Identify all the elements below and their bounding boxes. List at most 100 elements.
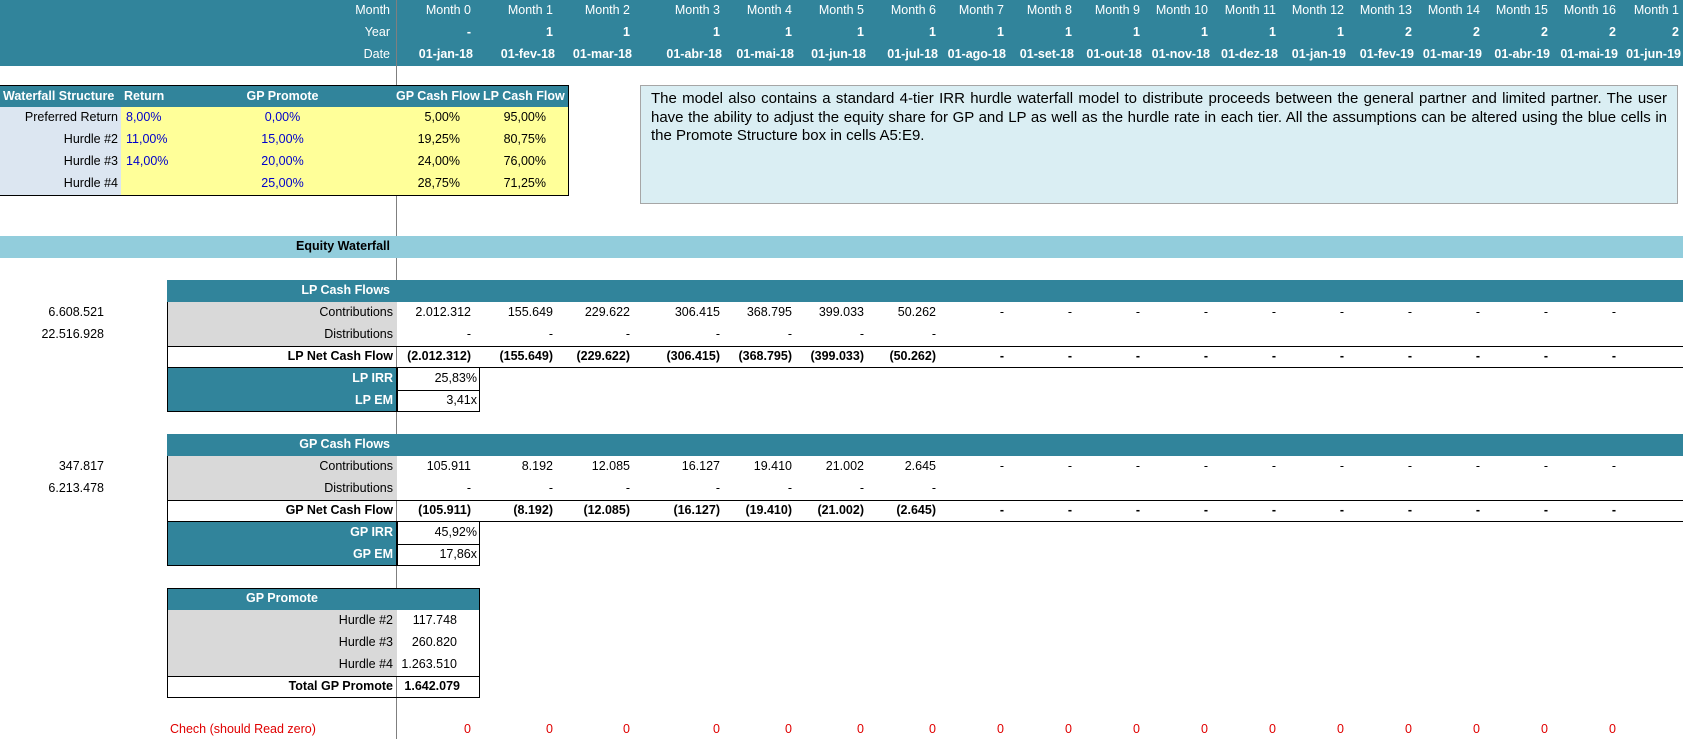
lp-contrib-cell: - [1339, 305, 1344, 319]
year-header: 1 [857, 25, 864, 39]
gp-net-cell: - [1611, 503, 1616, 517]
gp-contrib-cell: - [1135, 459, 1140, 473]
gp-cf-value: 5,00% [424, 110, 460, 124]
year-header: 2 [1541, 25, 1548, 39]
date-header: 01-jun-19 [1626, 47, 1681, 61]
gp-irr-value: 45,92% [434, 525, 477, 539]
gp-contrib-cell: 16.127 [681, 459, 720, 473]
year-header: 2 [1405, 25, 1412, 39]
month-header: Month 7 [958, 3, 1004, 17]
gp-cf-value: 28,75% [417, 176, 460, 190]
lp-net-cell: (368.795) [738, 349, 792, 363]
gp-contrib-cell: - [1543, 459, 1548, 473]
gp-contrib-cell: 19.410 [753, 459, 792, 473]
month-header: Month 11 [1224, 3, 1276, 17]
gp-distrib-cell: - [931, 481, 936, 495]
gp-contrib-cell: 21.002 [825, 459, 864, 473]
date-header: 01-abr-18 [666, 47, 722, 61]
note-text: The model also contains a standard 4-tie… [651, 90, 1667, 144]
lp-contrib-cell: - [1067, 305, 1072, 319]
gp-net-cell: (21.002) [817, 503, 864, 517]
gp-net-cell: (105.911) [418, 503, 471, 517]
gp-contrib-cell: - [1339, 459, 1344, 473]
lp-contrib-cell: 399.033 [818, 305, 864, 319]
lp-net-label: LP Net Cash Flow [287, 349, 393, 363]
date-label: Date [363, 47, 390, 61]
lp-contrib-cell: 306.415 [674, 305, 720, 319]
lp-distrib-cell: - [787, 327, 792, 341]
month-header: Month 8 [1026, 3, 1072, 17]
date-header: 01-jan-18 [418, 47, 473, 61]
return-value: 14,00% [126, 154, 169, 168]
gp-contrib-cell: - [1407, 459, 1412, 473]
waterfall-row-label: Hurdle #3 [63, 154, 118, 168]
gp-distrib-label: Distributions [324, 481, 393, 495]
lp-cash-flows-band [167, 280, 1683, 302]
check-value: 0 [464, 722, 471, 736]
lp-distrib-cell: - [548, 327, 553, 341]
month-header: Month 1 [507, 3, 553, 17]
waterfall-row-label: Preferred Return [24, 110, 118, 124]
date-header: 01-jun-18 [811, 47, 866, 61]
gp-contrib-cell: - [1271, 459, 1276, 473]
month-header: Month 4 [746, 3, 792, 17]
gp-irr-label: GP IRR [350, 525, 393, 539]
lp-em-label: LP EM [355, 393, 393, 407]
check-value: 0 [1337, 722, 1344, 736]
date-header: 01-mai-18 [736, 47, 794, 61]
year-header: 1 [1201, 25, 1208, 39]
lp-contrib-cell: - [999, 305, 1004, 319]
gp-contrib-cell: - [1475, 459, 1480, 473]
return-header: Return [124, 89, 165, 103]
lp-net-cell: (229.622) [576, 349, 630, 363]
check-value: 0 [1133, 722, 1140, 736]
year-header: 1 [546, 25, 553, 39]
lp-distrib-cell: - [931, 327, 936, 341]
gp-contrib-cell: 8.192 [521, 459, 553, 473]
year-label: Year [364, 25, 390, 39]
gp-contrib-cell: 105.911 [426, 459, 471, 473]
lp-contrib-cell: - [1407, 305, 1412, 319]
check-value: 0 [1609, 722, 1616, 736]
gp-distrib-cell: - [625, 481, 630, 495]
lp-contrib-total: 6.608.521 [48, 305, 104, 319]
gp-cf-value: 19,25% [417, 132, 460, 146]
lp-cf-value: 95,00% [503, 110, 546, 124]
lp-cash-flow-header: LP Cash Flow [483, 89, 565, 103]
date-header: 01-fev-18 [500, 47, 555, 61]
gp-promote-value: 25,00% [261, 176, 304, 190]
lp-metrics-separator [397, 390, 480, 391]
gp-cash-flows-title: GP Cash Flows [299, 437, 390, 451]
gp-distrib-cell: - [715, 481, 720, 495]
gp-net-cell: (8.192) [513, 503, 553, 517]
lp-em-value: 3,41x [446, 393, 477, 407]
check-value: 0 [546, 722, 553, 736]
month-header: Month 0 [425, 3, 471, 17]
month-header: Month 6 [890, 3, 936, 17]
check-value: 0 [713, 722, 720, 736]
lp-distrib-cell: - [859, 327, 864, 341]
note-box: The model also contains a standard 4-tie… [640, 85, 1678, 204]
gp-contrib-cell: 12.085 [591, 459, 630, 473]
check-value: 0 [785, 722, 792, 736]
lp-distrib-cell: - [715, 327, 720, 341]
gp-contrib-label: Contributions [319, 459, 393, 473]
year-header: 1 [1269, 25, 1276, 39]
promote-title: GP Promote [245, 591, 318, 605]
lp-cf-value: 76,00% [503, 154, 546, 168]
month-header: Month 14 [1427, 3, 1480, 17]
check-value: 0 [1473, 722, 1480, 736]
gp-contrib-cell: 2.645 [904, 459, 936, 473]
month-header: Month 9 [1094, 3, 1140, 17]
gp-distrib-cell: - [466, 481, 471, 495]
gp-contrib-cell: - [999, 459, 1004, 473]
month-label: Month [355, 3, 390, 17]
gp-cash-flow-header: GP Cash Flow [396, 89, 480, 103]
check-value: 0 [857, 722, 864, 736]
lp-distrib-total: 22.516.928 [41, 327, 104, 341]
year-header: 1 [623, 25, 630, 39]
lp-contrib-cell: - [1135, 305, 1140, 319]
check-value: 0 [929, 722, 936, 736]
gp-net-cell: (16.127) [673, 503, 720, 517]
promote-row-value: 117.748 [412, 613, 457, 627]
